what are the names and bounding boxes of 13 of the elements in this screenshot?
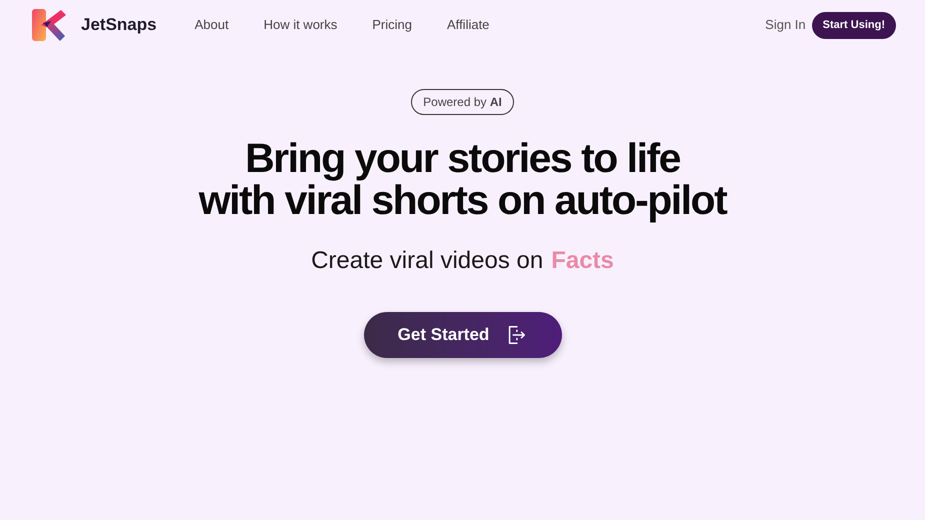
subtitle: Create viral videos on xyxy=(311,246,544,276)
nav-link[interactable]: Affiliate xyxy=(447,15,490,35)
start-using-button[interactable]: Start Using! xyxy=(812,12,896,38)
sign-in-link[interactable]: Sign In xyxy=(765,15,806,35)
get-started-button[interactable]: Get Started xyxy=(364,312,562,358)
logo-icon xyxy=(31,8,67,42)
brand-name: JetSnaps xyxy=(81,14,157,36)
powered-by-badge: Powered by AI xyxy=(411,89,514,115)
nav-link[interactable]: Pricing xyxy=(372,15,412,35)
headline: Bring your stories to life with viral shorts on auto-pilot xyxy=(198,137,726,221)
nav-link[interactable]: How it works xyxy=(264,15,338,35)
rotating-word: Facts xyxy=(551,246,614,276)
nav-link[interactable]: About xyxy=(194,15,229,35)
